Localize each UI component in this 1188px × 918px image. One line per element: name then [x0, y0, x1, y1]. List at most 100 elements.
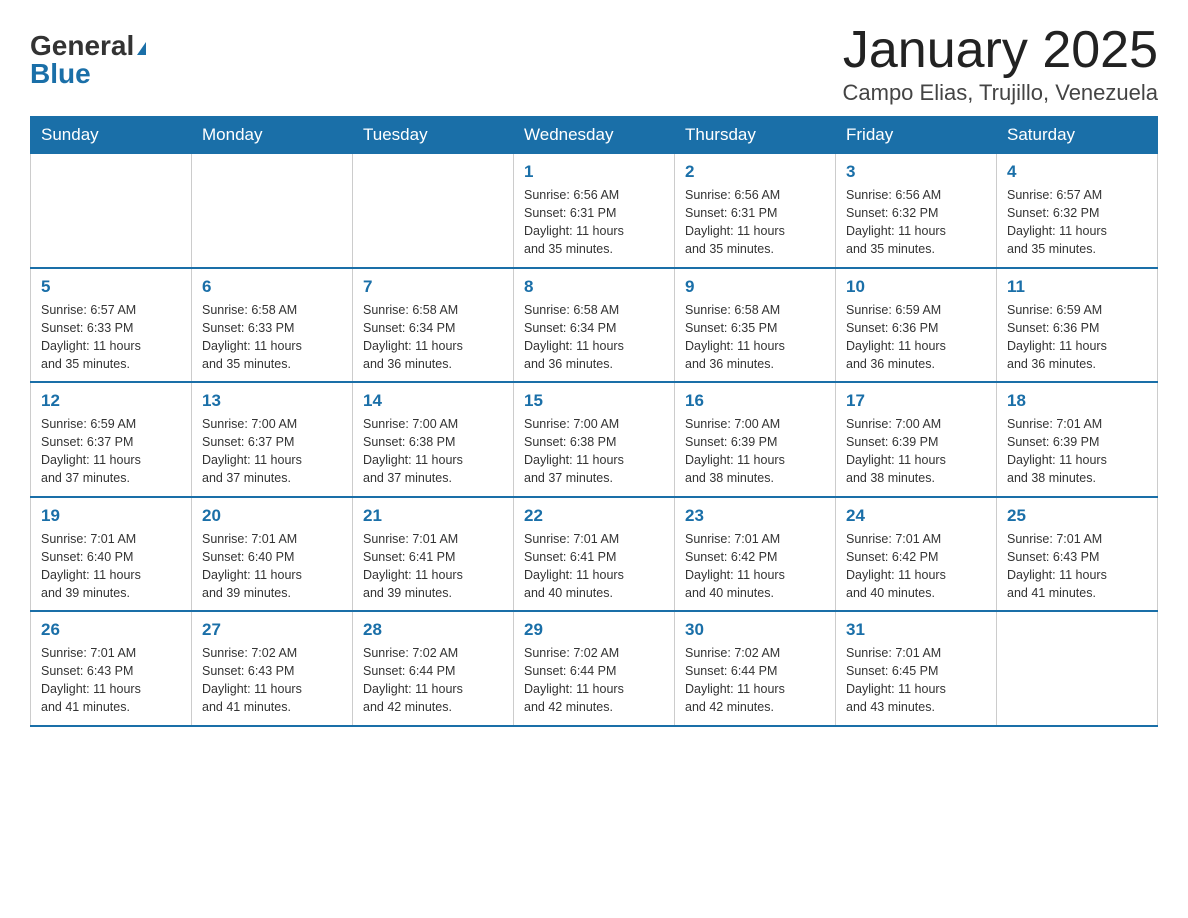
- day-number: 13: [202, 391, 342, 411]
- calendar-cell: 9 Sunrise: 6:58 AM Sunset: 6:35 PM Daylig…: [675, 268, 836, 383]
- calendar-cell: 2Sunrise: 6:56 AM Sunset: 6:31 PM Daylig…: [675, 154, 836, 268]
- day-info: Sunrise: 6:58 AM Sunset: 6:34 PM Dayligh…: [524, 301, 664, 374]
- calendar-cell: 27 Sunrise: 7:02 AM Sunset: 6:43 PM Dayli…: [192, 611, 353, 726]
- calendar-title: January 2025: [843, 20, 1159, 80]
- calendar-cell: 29Sunrise: 7:02 AM Sunset: 6:44 PM Dayli…: [514, 611, 675, 726]
- day-info: Sunrise: 6:56 AM Sunset: 6:31 PM Dayligh…: [524, 186, 664, 259]
- day-number: 23: [685, 506, 825, 526]
- calendar-cell: 13 Sunrise: 7:00 AM Sunset: 6:37 PM Dayli…: [192, 382, 353, 497]
- calendar-cell: 20 Sunrise: 7:01 AM Sunset: 6:40 PM Dayli…: [192, 497, 353, 612]
- day-number: 11: [1007, 277, 1147, 297]
- calendar-week-row: 5 Sunrise: 6:57 AM Sunset: 6:33 PM Daylig…: [31, 268, 1158, 383]
- day-number: 8: [524, 277, 664, 297]
- day-number: 17: [846, 391, 986, 411]
- day-of-week-header: Wednesday: [514, 117, 675, 154]
- day-number: 1: [524, 162, 664, 182]
- calendar-cell: 6 Sunrise: 6:58 AM Sunset: 6:33 PM Daylig…: [192, 268, 353, 383]
- day-number: 26: [41, 620, 181, 640]
- day-number: 16: [685, 391, 825, 411]
- day-info: Sunrise: 7:01 AM Sunset: 6:39 PM Dayligh…: [1007, 415, 1147, 488]
- calendar-cell: 8 Sunrise: 6:58 AM Sunset: 6:34 PM Daylig…: [514, 268, 675, 383]
- day-info: Sunrise: 6:59 AM Sunset: 6:36 PM Dayligh…: [846, 301, 986, 374]
- day-of-week-header: Thursday: [675, 117, 836, 154]
- day-number: 12: [41, 391, 181, 411]
- calendar-cell: 1 Sunrise: 6:56 AM Sunset: 6:31 PM Daylig…: [514, 154, 675, 268]
- day-info: Sunrise: 6:58 AM Sunset: 6:35 PM Dayligh…: [685, 301, 825, 374]
- day-number: 10: [846, 277, 986, 297]
- day-info: Sunrise: 7:02 AM Sunset: 6:44 PM Dayligh…: [363, 644, 503, 717]
- day-info: Sunrise: 7:01 AM Sunset: 6:40 PM Dayligh…: [202, 530, 342, 603]
- day-info: Sunrise: 7:00 AM Sunset: 6:39 PM Dayligh…: [846, 415, 986, 488]
- calendar-cell: 22Sunrise: 7:01 AM Sunset: 6:41 PM Dayli…: [514, 497, 675, 612]
- calendar-cell: 26 Sunrise: 7:01 AM Sunset: 6:43 PM Dayli…: [31, 611, 192, 726]
- day-info: Sunrise: 7:02 AM Sunset: 6:44 PM Dayligh…: [685, 644, 825, 717]
- calendar-cell: [192, 154, 353, 268]
- day-of-week-header: Tuesday: [353, 117, 514, 154]
- calendar-cell: 3 Sunrise: 6:56 AM Sunset: 6:32 PM Daylig…: [836, 154, 997, 268]
- day-of-week-header: Saturday: [997, 117, 1158, 154]
- calendar-cell: 12 Sunrise: 6:59 AM Sunset: 6:37 PM Dayli…: [31, 382, 192, 497]
- calendar-cell: 24 Sunrise: 7:01 AM Sunset: 6:42 PM Dayli…: [836, 497, 997, 612]
- calendar-cell: 17 Sunrise: 7:00 AM Sunset: 6:39 PM Dayli…: [836, 382, 997, 497]
- day-of-week-header: Monday: [192, 117, 353, 154]
- day-number: 15: [524, 391, 664, 411]
- day-number: 3: [846, 162, 986, 182]
- day-number: 24: [846, 506, 986, 526]
- calendar-cell: 23 Sunrise: 7:01 AM Sunset: 6:42 PM Dayli…: [675, 497, 836, 612]
- day-info: Sunrise: 6:57 AM Sunset: 6:32 PM Dayligh…: [1007, 186, 1147, 259]
- day-info: Sunrise: 7:01 AM Sunset: 6:42 PM Dayligh…: [685, 530, 825, 603]
- day-info: Sunrise: 7:01 AM Sunset: 6:43 PM Dayligh…: [41, 644, 181, 717]
- day-number: 28: [363, 620, 503, 640]
- day-info: Sunrise: 7:00 AM Sunset: 6:38 PM Dayligh…: [524, 415, 664, 488]
- calendar-week-row: 12 Sunrise: 6:59 AM Sunset: 6:37 PM Dayli…: [31, 382, 1158, 497]
- day-info: Sunrise: 7:01 AM Sunset: 6:42 PM Dayligh…: [846, 530, 986, 603]
- calendar-cell: 31Sunrise: 7:01 AM Sunset: 6:45 PM Dayli…: [836, 611, 997, 726]
- calendar-cell: 14Sunrise: 7:00 AM Sunset: 6:38 PM Dayli…: [353, 382, 514, 497]
- day-info: Sunrise: 7:01 AM Sunset: 6:45 PM Dayligh…: [846, 644, 986, 717]
- calendar-subtitle: Campo Elias, Trujillo, Venezuela: [843, 80, 1159, 106]
- calendar-cell: 4 Sunrise: 6:57 AM Sunset: 6:32 PM Daylig…: [997, 154, 1158, 268]
- day-info: Sunrise: 6:56 AM Sunset: 6:31 PM Dayligh…: [685, 186, 825, 259]
- calendar-cell: 16Sunrise: 7:00 AM Sunset: 6:39 PM Dayli…: [675, 382, 836, 497]
- calendar-cell: [353, 154, 514, 268]
- day-number: 9: [685, 277, 825, 297]
- day-number: 19: [41, 506, 181, 526]
- calendar-cell: 21Sunrise: 7:01 AM Sunset: 6:41 PM Dayli…: [353, 497, 514, 612]
- calendar-cell: 5 Sunrise: 6:57 AM Sunset: 6:33 PM Daylig…: [31, 268, 192, 383]
- day-info: Sunrise: 6:58 AM Sunset: 6:33 PM Dayligh…: [202, 301, 342, 374]
- day-number: 29: [524, 620, 664, 640]
- calendar-cell: 25Sunrise: 7:01 AM Sunset: 6:43 PM Dayli…: [997, 497, 1158, 612]
- calendar-cell: 18 Sunrise: 7:01 AM Sunset: 6:39 PM Dayli…: [997, 382, 1158, 497]
- calendar-cell: 11 Sunrise: 6:59 AM Sunset: 6:36 PM Dayli…: [997, 268, 1158, 383]
- calendar-header-row: SundayMondayTuesdayWednesdayThursdayFrid…: [31, 117, 1158, 154]
- day-number: 6: [202, 277, 342, 297]
- day-number: 21: [363, 506, 503, 526]
- calendar-cell: 28 Sunrise: 7:02 AM Sunset: 6:44 PM Dayli…: [353, 611, 514, 726]
- day-info: Sunrise: 7:00 AM Sunset: 6:38 PM Dayligh…: [363, 415, 503, 488]
- day-info: Sunrise: 7:00 AM Sunset: 6:37 PM Dayligh…: [202, 415, 342, 488]
- day-info: Sunrise: 7:02 AM Sunset: 6:43 PM Dayligh…: [202, 644, 342, 717]
- day-of-week-header: Sunday: [31, 117, 192, 154]
- day-number: 30: [685, 620, 825, 640]
- day-info: Sunrise: 6:59 AM Sunset: 6:37 PM Dayligh…: [41, 415, 181, 488]
- day-number: 18: [1007, 391, 1147, 411]
- day-of-week-header: Friday: [836, 117, 997, 154]
- day-info: Sunrise: 6:56 AM Sunset: 6:32 PM Dayligh…: [846, 186, 986, 259]
- day-number: 4: [1007, 162, 1147, 182]
- logo-blue-text: Blue: [30, 58, 146, 90]
- title-area: January 2025 Campo Elias, Trujillo, Vene…: [843, 20, 1159, 106]
- day-info: Sunrise: 6:59 AM Sunset: 6:36 PM Dayligh…: [1007, 301, 1147, 374]
- calendar-week-row: 1 Sunrise: 6:56 AM Sunset: 6:31 PM Daylig…: [31, 154, 1158, 268]
- calendar-cell: 15 Sunrise: 7:00 AM Sunset: 6:38 PM Dayli…: [514, 382, 675, 497]
- calendar-table: SundayMondayTuesdayWednesdayThursdayFrid…: [30, 116, 1158, 727]
- day-number: 27: [202, 620, 342, 640]
- logo-triangle-icon: [137, 42, 146, 55]
- day-number: 20: [202, 506, 342, 526]
- day-info: Sunrise: 6:57 AM Sunset: 6:33 PM Dayligh…: [41, 301, 181, 374]
- day-number: 5: [41, 277, 181, 297]
- day-info: Sunrise: 7:01 AM Sunset: 6:41 PM Dayligh…: [524, 530, 664, 603]
- day-info: Sunrise: 7:01 AM Sunset: 6:43 PM Dayligh…: [1007, 530, 1147, 603]
- calendar-cell: 7 Sunrise: 6:58 AM Sunset: 6:34 PM Daylig…: [353, 268, 514, 383]
- day-info: Sunrise: 6:58 AM Sunset: 6:34 PM Dayligh…: [363, 301, 503, 374]
- day-number: 7: [363, 277, 503, 297]
